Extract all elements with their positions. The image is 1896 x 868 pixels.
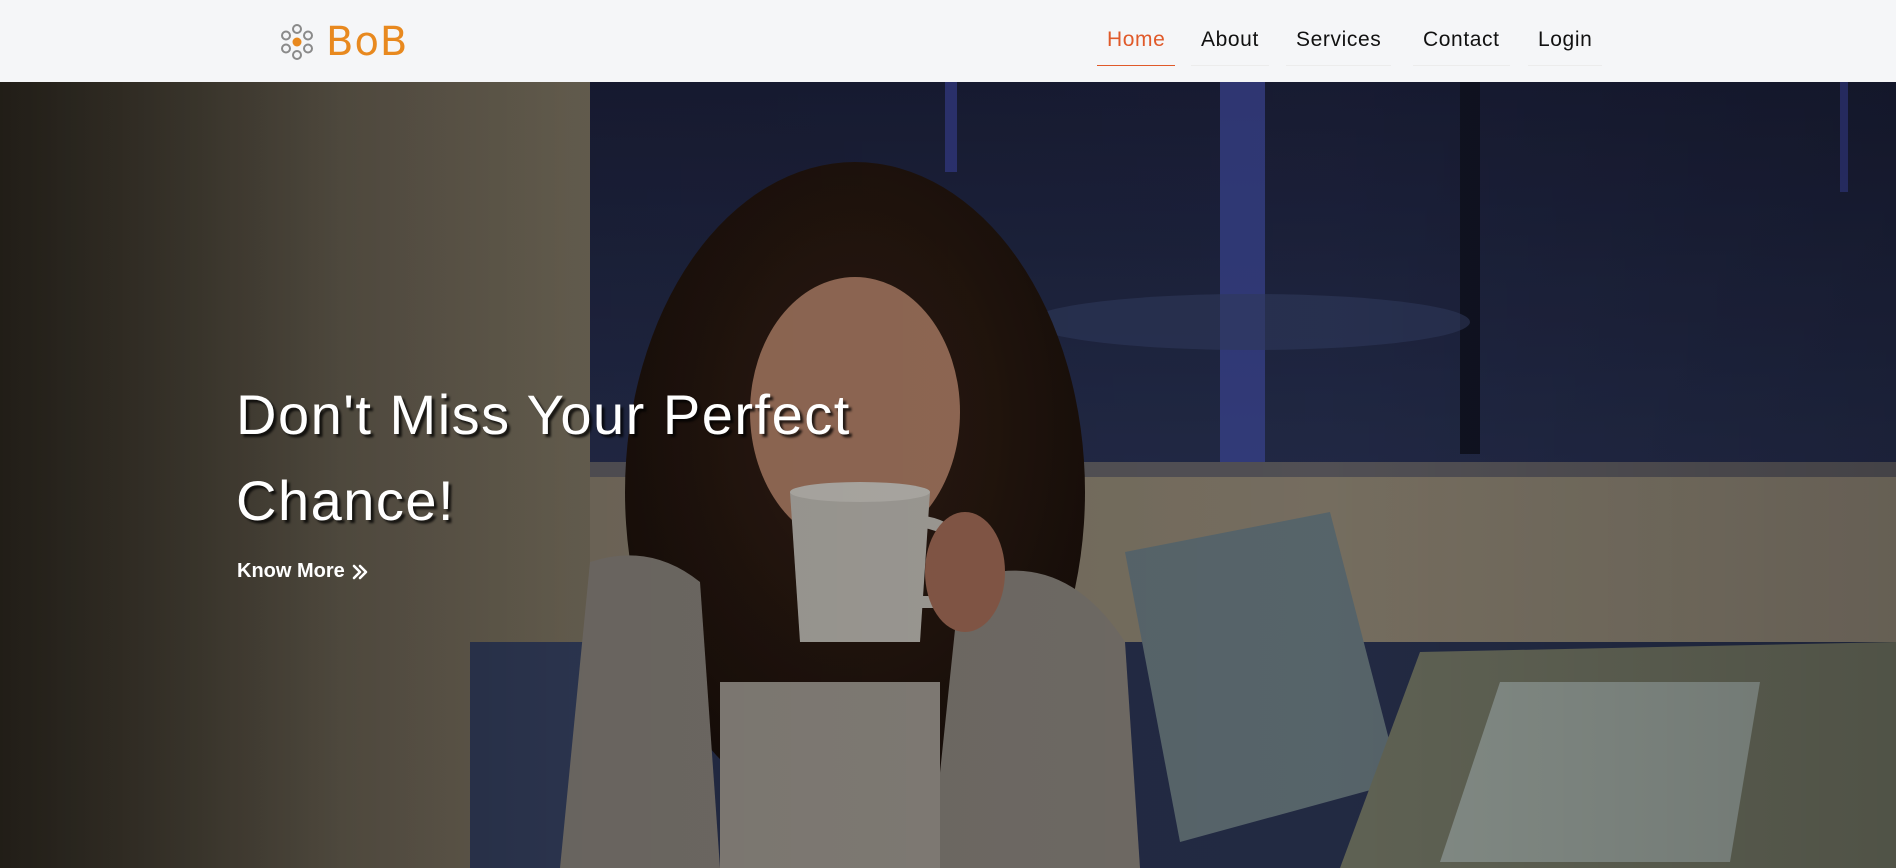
nav-contact[interactable]: Contact bbox=[1413, 22, 1510, 66]
nav-about[interactable]: About bbox=[1191, 22, 1269, 66]
hero-title-line1: Don't Miss Your Perfect bbox=[236, 383, 851, 446]
brand-logo[interactable]: BoB bbox=[278, 22, 408, 62]
nav-login[interactable]: Login bbox=[1528, 22, 1603, 66]
brand-name: BoB bbox=[326, 19, 409, 65]
site-header: BoB Home About Services Contact Login bbox=[0, 0, 1896, 82]
dots-cluster-icon bbox=[281, 24, 313, 60]
hero-title-line2: Chance! bbox=[236, 469, 456, 532]
know-more-link[interactable]: Know More bbox=[237, 560, 369, 583]
nav-services[interactable]: Services bbox=[1286, 22, 1392, 66]
nav-home[interactable]: Home bbox=[1097, 22, 1176, 66]
hero-title: Don't Miss Your Perfect Chance! bbox=[236, 372, 996, 544]
know-more-label: Know More bbox=[237, 560, 345, 582]
double-chevron-right-icon bbox=[352, 564, 368, 579]
hero-banner: Don't Miss Your Perfect Chance! Know Mor… bbox=[0, 82, 1896, 868]
